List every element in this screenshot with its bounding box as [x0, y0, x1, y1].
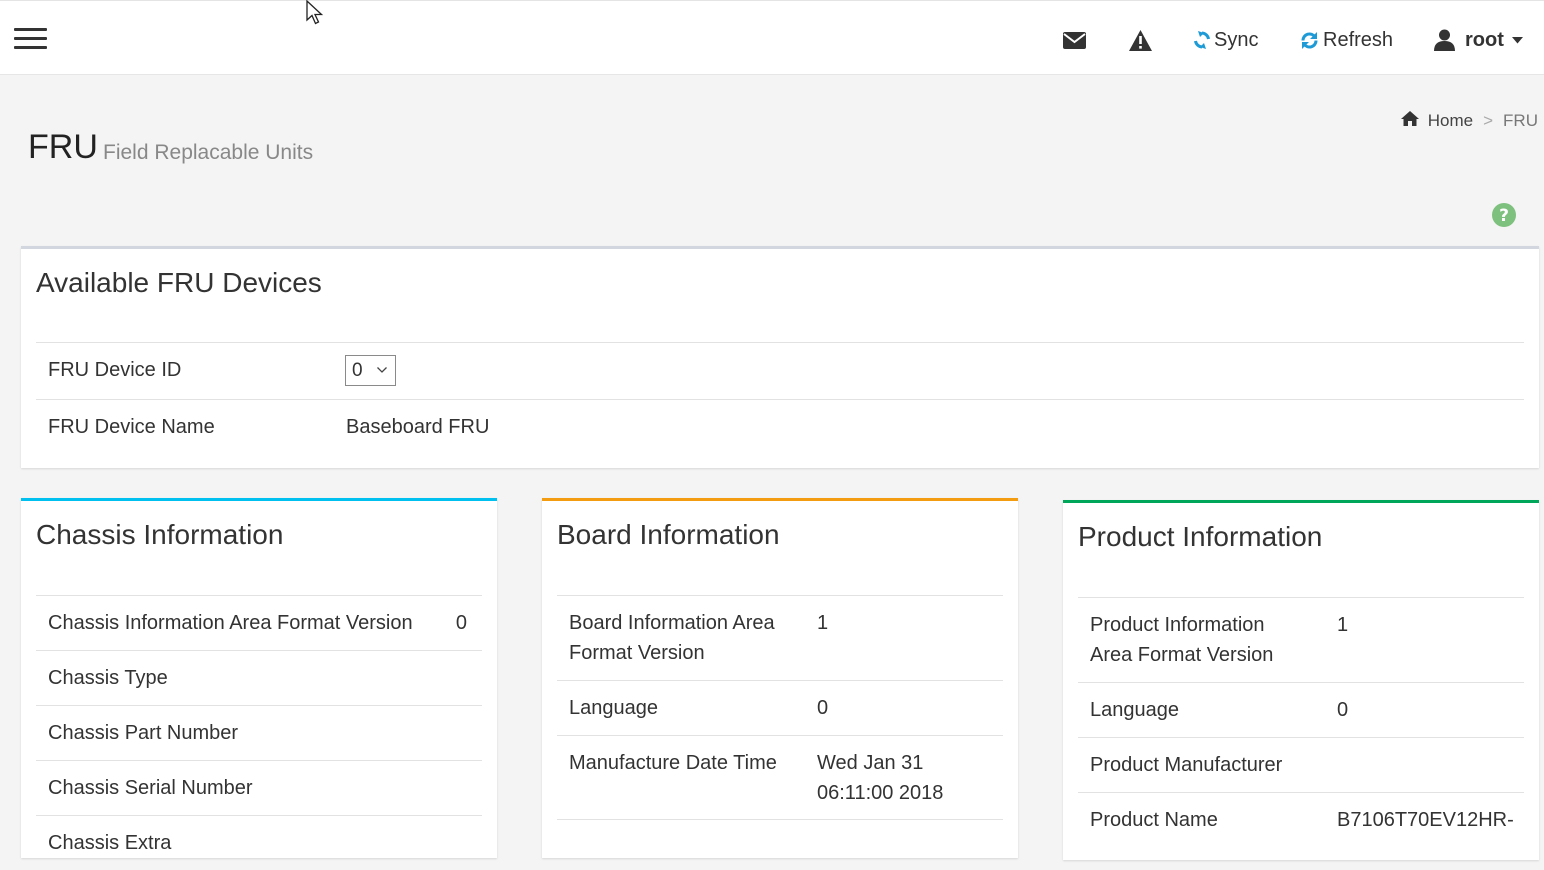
- refresh-icon: [1300, 31, 1319, 50]
- table-row: Chassis Serial Number: [36, 760, 482, 815]
- fru-device-id-label: FRU Device ID: [48, 359, 182, 381]
- sync-button[interactable]: Sync: [1194, 25, 1258, 55]
- breadcrumb-current: FRU: [1503, 111, 1538, 130]
- product-info-table: Product Information Area Format Version …: [1078, 597, 1524, 847]
- table-row: Manufacture Date Time Wed Jan 31 06:11:0…: [557, 735, 1003, 820]
- sync-icon: [1194, 31, 1210, 49]
- sync-label: Sync: [1214, 28, 1259, 51]
- top-navbar: Sync Refresh root: [0, 0, 1544, 75]
- row-value: 0: [817, 697, 829, 719]
- row-value-line1: Wed Jan 31: [817, 752, 924, 774]
- user-menu[interactable]: root: [1434, 25, 1523, 55]
- table-row: Language 0: [1078, 682, 1524, 737]
- table-row: Chassis Extra: [36, 815, 482, 870]
- table-row: Product Manufacturer: [1078, 737, 1524, 792]
- table-row: Chassis Information Area Format Version …: [36, 595, 482, 650]
- table-row: Board Information Area Format Version 1: [557, 595, 1003, 680]
- home-icon[interactable]: [1400, 111, 1419, 131]
- fru-devices-table: FRU Device ID 0 FRU Device Name Baseboar…: [36, 342, 1524, 456]
- fru-devices-title: Available FRU Devices: [36, 267, 322, 298]
- row-label-line1: Board Information Area: [569, 612, 775, 634]
- row-label: Language: [569, 697, 658, 719]
- row-value-line2: 06:11:00 2018: [817, 782, 944, 804]
- row-value: 1: [817, 612, 829, 634]
- fru-device-id-select[interactable]: 0: [345, 355, 396, 386]
- help-icon[interactable]: ?: [1492, 203, 1516, 227]
- page-title: FRU: [28, 128, 98, 166]
- product-info-box: Product Information Product Information …: [1063, 500, 1539, 860]
- fru-device-id-value: 0: [352, 359, 363, 381]
- row-label: Chassis Information Area Format Version: [48, 612, 413, 634]
- chassis-info-table: Chassis Information Area Format Version …: [36, 595, 482, 870]
- menu-toggle-icon[interactable]: [14, 28, 47, 50]
- row-value: 1: [1337, 614, 1349, 636]
- svg-text:?: ?: [1499, 206, 1509, 226]
- row-label: Language: [1090, 699, 1179, 721]
- breadcrumb: Home > FRU: [1400, 111, 1538, 131]
- user-name: root: [1465, 28, 1504, 51]
- row-label-line2: Area Format Version: [1090, 644, 1274, 666]
- table-row: Chassis Type: [36, 650, 482, 705]
- row-label: Product Manufacturer: [1090, 754, 1283, 776]
- user-icon: [1434, 29, 1455, 51]
- row-label-line1: Product Information: [1090, 614, 1265, 636]
- messages-icon[interactable]: [1063, 25, 1086, 55]
- row-label-line2: Format Version: [569, 642, 705, 664]
- alerts-icon[interactable]: [1129, 25, 1152, 55]
- table-row: Chassis Part Number: [36, 705, 482, 760]
- fru-device-name-row: FRU Device Name Baseboard FRU: [36, 399, 1524, 456]
- fru-device-id-row: FRU Device ID 0: [36, 342, 1524, 399]
- breadcrumb-separator: >: [1483, 111, 1494, 130]
- chassis-info-title: Chassis Information: [36, 519, 284, 550]
- refresh-button[interactable]: Refresh: [1300, 25, 1393, 55]
- board-info-table: Board Information Area Format Version 1 …: [557, 595, 1003, 820]
- refresh-label: Refresh: [1323, 28, 1394, 51]
- row-label: Manufacture Date Time: [569, 752, 777, 774]
- board-info-box: Board Information Board Information Area…: [542, 498, 1018, 858]
- fru-device-name-value: Baseboard FRU: [346, 416, 490, 438]
- row-value: 0: [455, 612, 467, 634]
- row-value: 0: [1337, 699, 1349, 721]
- row-label: Chassis Extra: [48, 832, 172, 854]
- page-subtitle: Field Replacable Units: [103, 141, 314, 164]
- chevron-down-icon: [1511, 36, 1523, 44]
- product-info-title: Product Information: [1078, 521, 1323, 552]
- table-row: Language 0: [557, 680, 1003, 735]
- row-label: Chassis Type: [48, 667, 168, 689]
- fru-device-name-label: FRU Device Name: [48, 416, 215, 438]
- row-value: B7106T70EV12HR-: [1337, 809, 1514, 831]
- mouse-cursor-icon: [306, 0, 326, 31]
- board-info-title: Board Information: [557, 519, 780, 550]
- fru-devices-box: Available FRU Devices FRU Device ID 0 FR…: [21, 246, 1539, 468]
- row-label: Chassis Part Number: [48, 722, 239, 744]
- row-label: Product Name: [1090, 809, 1218, 831]
- breadcrumb-home[interactable]: Home: [1428, 111, 1473, 131]
- chassis-info-box: Chassis Information Chassis Information …: [21, 498, 497, 858]
- row-label: Chassis Serial Number: [48, 777, 253, 799]
- table-row: Product Information Area Format Version …: [1078, 597, 1524, 682]
